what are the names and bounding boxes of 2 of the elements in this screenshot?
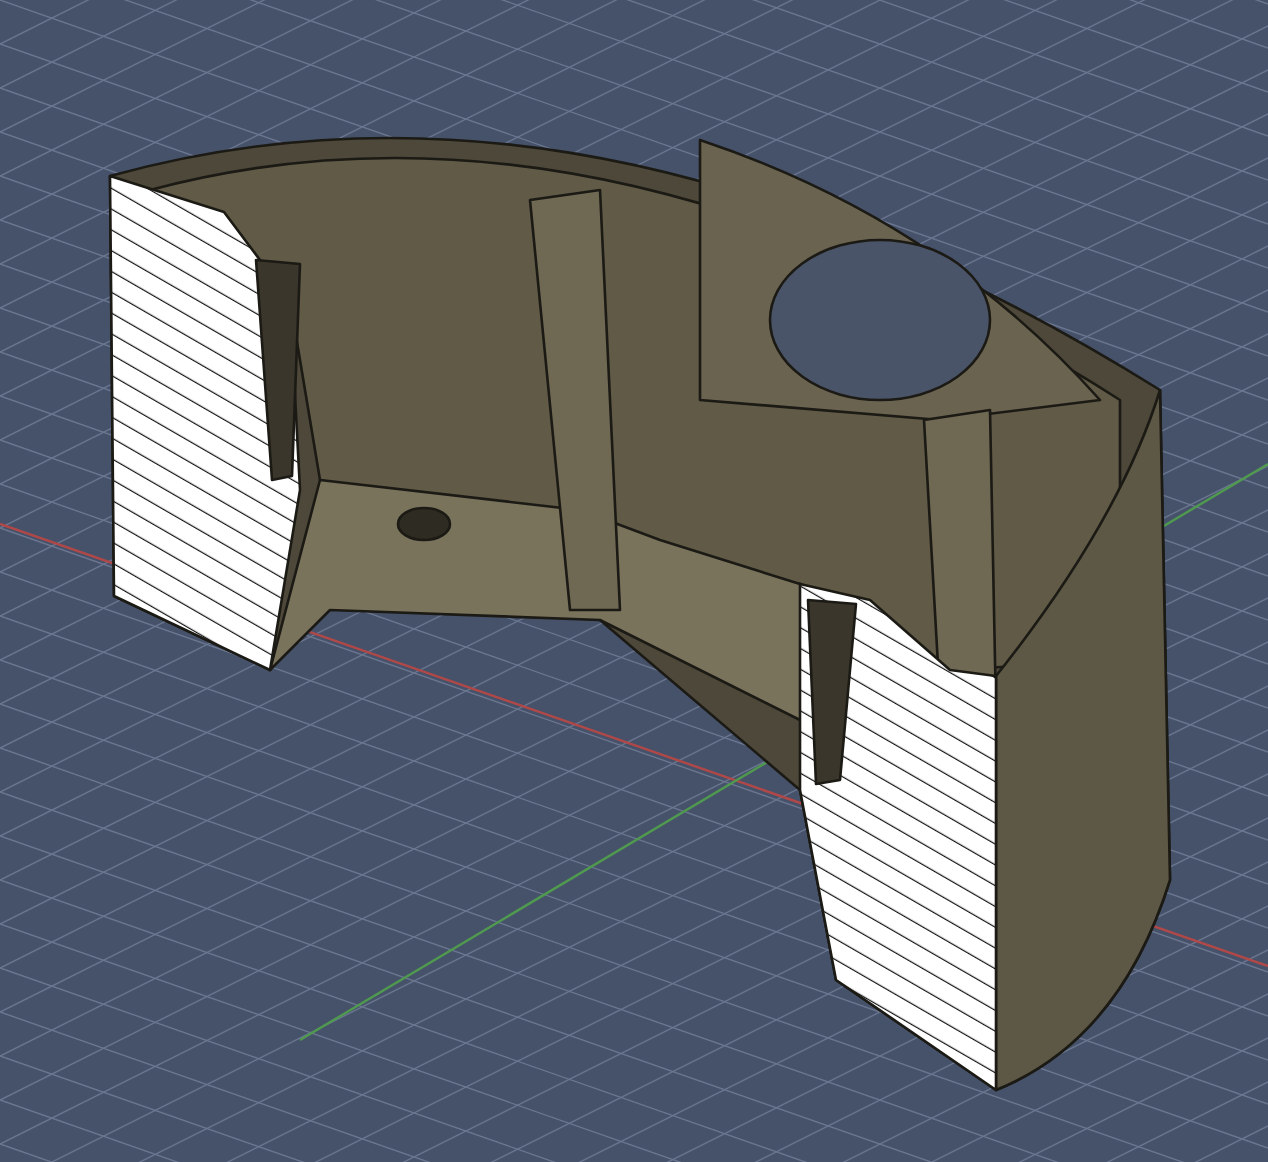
section-part-drawing[interactable] — [108, 137, 1172, 1092]
viewport-canvas[interactable] — [0, 0, 1268, 1162]
